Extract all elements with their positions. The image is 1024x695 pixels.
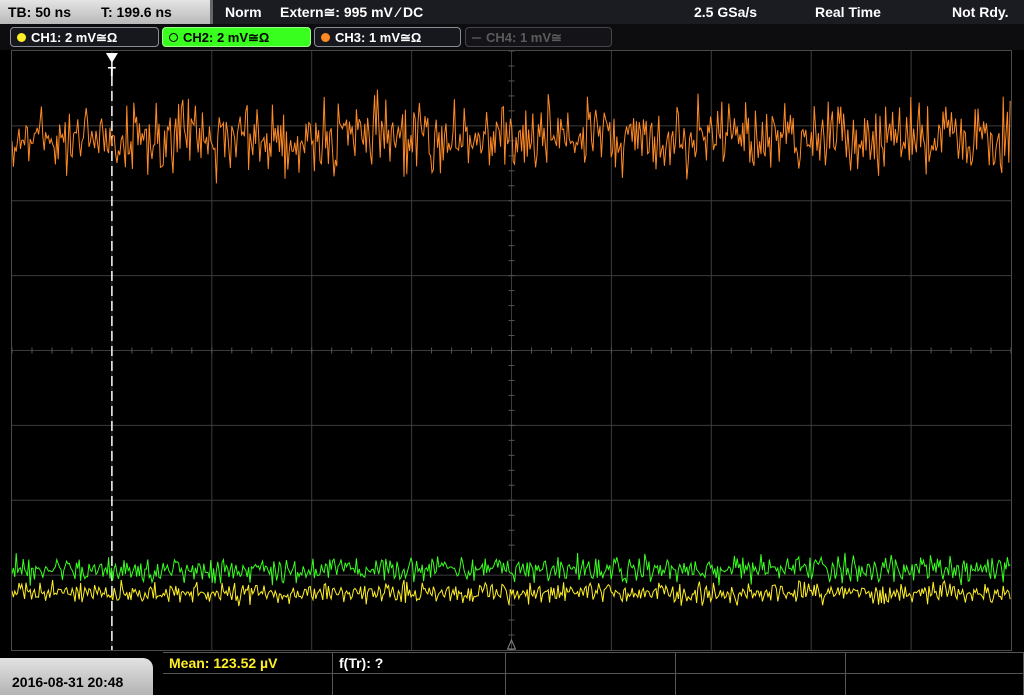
measurement-mean[interactable]: Mean: 123.52 µV [163,653,333,674]
measurement-slot-7[interactable] [333,674,506,695]
measurement-slot-10[interactable] [846,674,1024,695]
measurement-slot-5[interactable] [846,653,1024,674]
channel-tab-label: CH4: 1 mV≅ [486,30,562,45]
sample-rate-label[interactable]: 2.5 GSa/s [694,4,757,20]
trigger-source-label[interactable]: Extern≅: 995 mV ⁄ DC [280,4,423,21]
measurement-freq[interactable]: f(Tr): ? [333,653,506,674]
trigger-mode-label[interactable]: Norm [225,4,262,20]
datetime-label: 2016-08-31 20:48 [12,674,124,690]
ch3-color-dot-icon [321,33,330,42]
timebase-box[interactable]: TB: 50 ns T: 199.6 ns [0,0,213,24]
timebase-label: TB: 50 ns [8,4,72,20]
channel-tab-ch2[interactable]: CH2: 2 mV≅Ω [162,27,311,47]
channel-tab-ch1[interactable]: CH1: 2 mV≅Ω [10,27,159,47]
measurement-slot-9[interactable] [676,674,846,695]
channel-bar: CH1: 2 mV≅Ω CH2: 2 mV≅Ω CH3: 1 mV≅Ω CH4:… [0,24,1024,50]
measurement-slot-8[interactable] [506,674,676,695]
waveform-canvas: T [12,51,1011,650]
trigger-marker-label: T [108,64,116,79]
measurement-slot-6[interactable] [163,674,333,695]
acquisition-mode-label[interactable]: Real Time [815,4,881,20]
measurement-slot-4[interactable] [676,653,846,674]
measurement-slot-3[interactable] [506,653,676,674]
channel-tab-ch3[interactable]: CH3: 1 mV≅Ω [314,27,461,47]
trigger-time-label: T: 199.6 ns [101,4,172,20]
ch2-color-dot-icon [169,33,178,42]
waveform-display[interactable]: T [11,50,1012,651]
measurement-panel[interactable]: Mean: 123.52 µV f(Tr): ? [163,652,1024,695]
datetime-box[interactable]: 2016-08-31 20:48 [0,658,153,695]
ch1-color-dot-icon [17,33,26,42]
status-bar: TB: 50 ns T: 199.6 ns Norm Extern≅: 995 … [0,0,1024,24]
ch4-dash-icon [472,37,481,39]
bottom-bar: 2016-08-31 20:48 Mean: 123.52 µV f(Tr): … [0,652,1024,695]
trigger-status-label: Not Rdy. [952,4,1009,20]
trigger-arrow-icon [105,53,118,63]
channel-tab-ch4[interactable]: CH4: 1 mV≅ [465,27,612,47]
channel-tab-label: CH1: 2 mV≅Ω [31,30,118,45]
channel-tab-label: CH3: 1 mV≅Ω [335,30,422,45]
channel-tab-label: CH2: 2 mV≅Ω [183,30,270,45]
